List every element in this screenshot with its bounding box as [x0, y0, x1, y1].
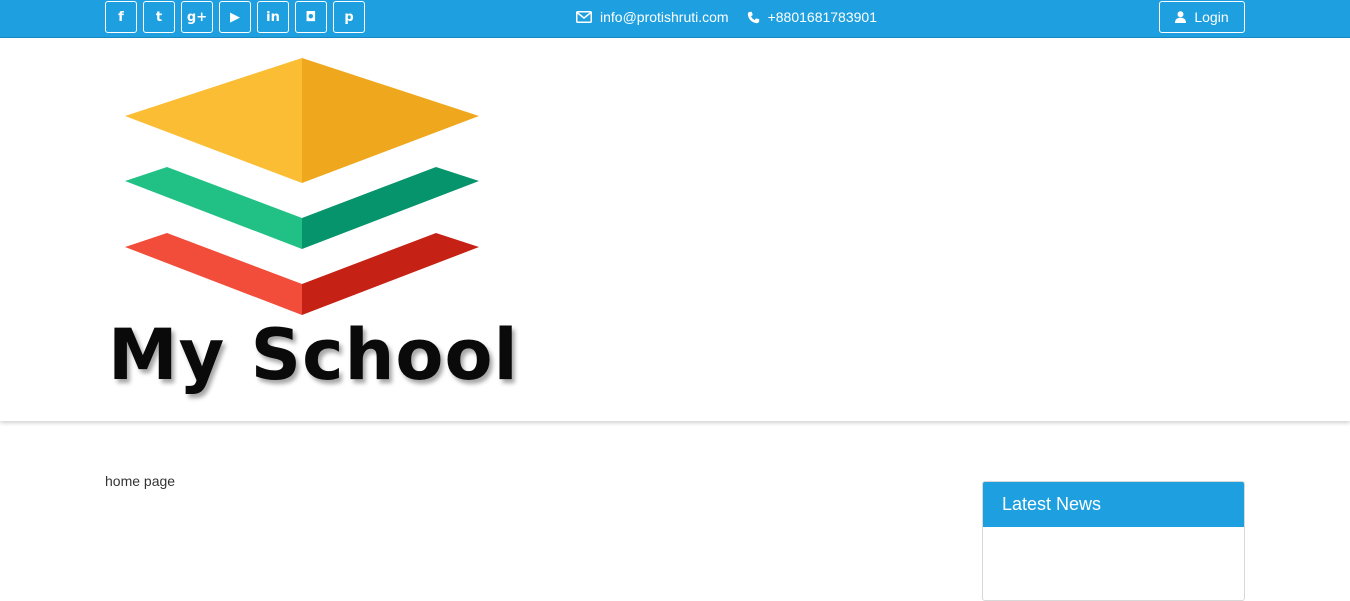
- latest-news-title: Latest News: [983, 482, 1244, 527]
- phone-contact[interactable]: +8801681783901: [747, 9, 877, 25]
- logo-text: My School: [108, 314, 519, 396]
- contact-info: info@protishruti.com +8801681783901: [576, 0, 895, 34]
- logo-layers-icon: [125, 58, 479, 315]
- envelope-icon: [576, 11, 592, 23]
- phone-text: +8801681783901: [767, 9, 877, 25]
- social-links: f t g+ ▶ in ◘ p: [105, 1, 371, 33]
- login-label: Login: [1194, 9, 1229, 25]
- twitter-icon[interactable]: t: [143, 1, 175, 33]
- login-button[interactable]: Login: [1159, 1, 1245, 33]
- user-icon: [1175, 11, 1187, 23]
- google-plus-icon[interactable]: g+: [181, 1, 213, 33]
- email-contact[interactable]: info@protishruti.com: [576, 9, 729, 25]
- pinterest-icon[interactable]: p: [333, 1, 365, 33]
- top-bar: f t g+ ▶ in ◘ p info@protishruti.com +88…: [0, 0, 1350, 38]
- site-logo[interactable]: [105, 54, 505, 324]
- linkedin-icon[interactable]: in: [257, 1, 289, 33]
- facebook-icon[interactable]: f: [105, 1, 137, 33]
- email-text: info@protishruti.com: [600, 9, 729, 25]
- latest-news-panel: Latest News: [982, 481, 1245, 601]
- youtube-icon[interactable]: ▶: [219, 1, 251, 33]
- instagram-icon[interactable]: ◘: [295, 1, 327, 33]
- phone-icon: [747, 11, 760, 24]
- breadcrumb: home page: [105, 473, 176, 489]
- site-header: My School: [0, 38, 1350, 421]
